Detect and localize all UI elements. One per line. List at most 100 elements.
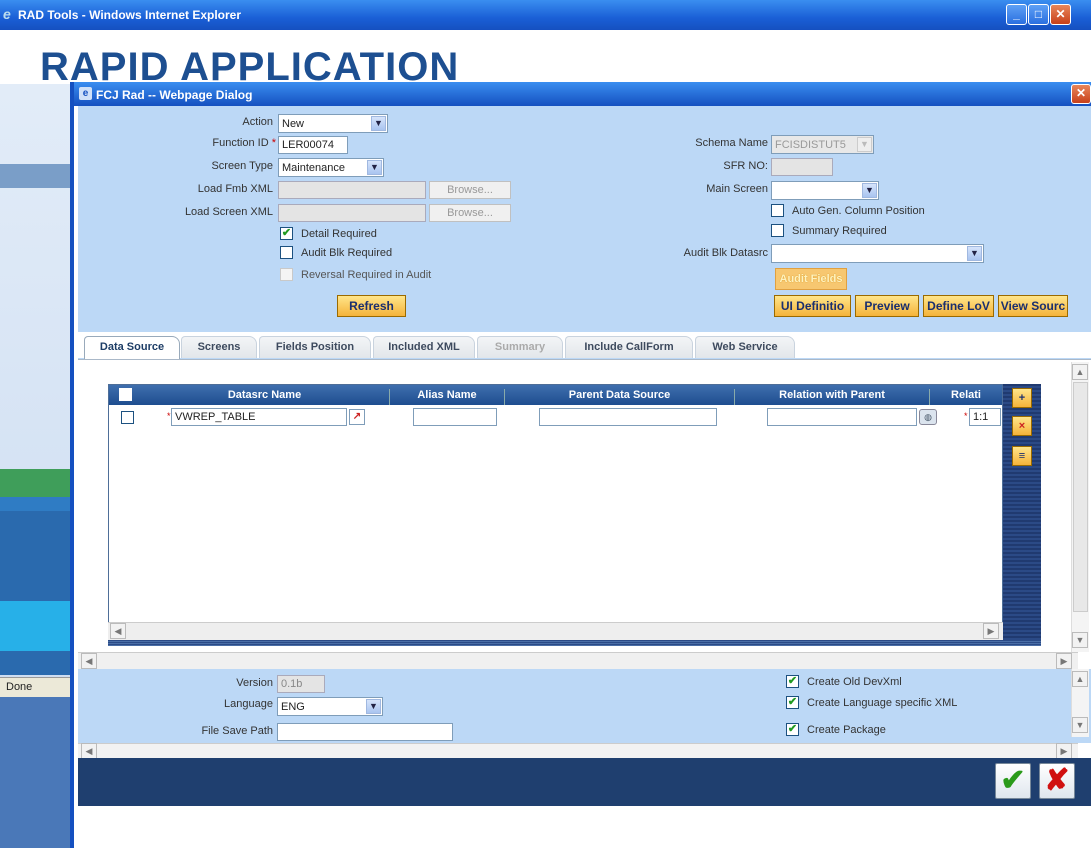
summary-required-checkbox[interactable] <box>771 224 784 237</box>
detail-required-checkbox[interactable]: ✔ <box>280 227 293 240</box>
create-old-devxml-checkbox[interactable]: ✔ <box>786 675 799 688</box>
scroll-left-icon[interactable]: ◀ <box>81 743 97 759</box>
browse-screen-button[interactable]: Browse... <box>429 204 511 222</box>
refresh-button[interactable]: Refresh <box>337 295 406 317</box>
tab-fields-position[interactable]: Fields Position <box>259 336 371 358</box>
scroll-up-icon[interactable]: ▲ <box>1072 364 1088 380</box>
preview-button[interactable]: Preview <box>855 295 919 317</box>
function-id-input[interactable]: LER00074 <box>278 136 348 154</box>
scroll-up-icon[interactable]: ▲ <box>1072 671 1088 687</box>
scroll-down-icon[interactable]: ▼ <box>1072 717 1088 733</box>
panel-horizontal-scrollbar[interactable]: ◀ ▶ <box>78 652 1078 669</box>
tab-summary[interactable]: Summary <box>477 336 563 358</box>
required-marker: * <box>167 411 171 421</box>
sfr-no-input[interactable] <box>771 158 833 176</box>
bg-stripe <box>0 601 75 651</box>
load-fmb-input[interactable] <box>278 181 426 199</box>
browse-fmb-button[interactable]: Browse... <box>429 181 511 199</box>
tab-include-callform[interactable]: Include CallForm <box>565 336 693 358</box>
relation-with-parent-input[interactable] <box>767 408 917 426</box>
ok-button[interactable]: ✔ <box>995 763 1031 799</box>
file-save-path-label: File Save Path <box>201 725 273 737</box>
row-select-checkbox[interactable] <box>121 411 134 424</box>
add-row-icon[interactable]: + <box>1012 388 1032 408</box>
panel-vertical-scrollbar[interactable]: ▲ ▼ <box>1071 362 1089 652</box>
chevron-down-icon: ▼ <box>367 160 382 175</box>
alias-name-input[interactable] <box>413 408 497 426</box>
screen-type-select[interactable]: Maintenance ▼ <box>278 158 384 177</box>
datasrc-name-input[interactable]: VWREP_TABLE <box>171 408 347 426</box>
close-window-button[interactable]: ✕ <box>1050 4 1071 25</box>
define-lov-button[interactable]: Define LoV <box>923 295 994 317</box>
action-select[interactable]: New ▼ <box>278 114 388 133</box>
load-fmb-label: Load Fmb XML <box>197 183 273 195</box>
maximize-button[interactable]: □ <box>1028 4 1049 25</box>
bg-stripe <box>0 164 75 188</box>
grid-horizontal-scrollbar[interactable]: ◀ ▶ <box>108 622 1003 640</box>
ie-page-icon: e <box>79 87 92 100</box>
create-lang-xml-checkbox[interactable]: ✔ <box>786 696 799 709</box>
scroll-down-icon[interactable]: ▼ <box>1072 632 1088 648</box>
checkmark-icon: ✔ <box>1000 764 1026 797</box>
scroll-thumb[interactable] <box>1073 382 1088 612</box>
auto-gen-column-checkbox[interactable] <box>771 204 784 217</box>
select-all-checkbox[interactable] <box>119 388 132 401</box>
scroll-right-icon[interactable]: ▶ <box>1056 653 1072 669</box>
reversal-required-checkbox[interactable] <box>280 268 293 281</box>
function-id-label: Function ID * <box>212 137 276 149</box>
version-label: Version <box>236 677 273 689</box>
tab-web-service[interactable]: Web Service <box>695 336 795 358</box>
screen-type-label: Screen Type <box>211 160 273 172</box>
main-screen-label: Main Screen <box>706 183 768 195</box>
relation-edit-icon[interactable]: ◍ <box>919 409 937 425</box>
lov-icon[interactable]: ↗ <box>349 409 365 425</box>
required-marker: * <box>964 411 968 421</box>
auto-gen-column-label: Auto Gen. Column Position <box>792 205 925 217</box>
create-package-label: Create Package <box>807 724 886 736</box>
grid-footer-bar <box>108 640 1041 646</box>
reversal-required-label: Reversal Required in Audit <box>301 269 432 281</box>
summary-required-label: Summary Required <box>792 225 887 237</box>
audit-fields-button[interactable]: Audit Fields <box>775 268 847 290</box>
audit-blk-required-checkbox[interactable] <box>280 246 293 259</box>
tab-screens[interactable]: Screens <box>181 336 257 358</box>
cancel-button[interactable]: ✘ <box>1039 763 1075 799</box>
language-select[interactable]: ENG ▼ <box>277 697 383 716</box>
main-screen-select[interactable]: ▼ <box>771 181 879 200</box>
view-source-button[interactable]: View Sourc <box>998 295 1068 317</box>
scroll-left-icon[interactable]: ◀ <box>81 653 97 669</box>
file-save-path-input[interactable] <box>277 723 453 741</box>
schema-name-select[interactable]: FCISDISTUT5 ▼ <box>771 135 874 154</box>
action-value: New <box>282 118 305 130</box>
chevron-down-icon: ▼ <box>366 699 381 714</box>
audit-blk-datasrc-select[interactable]: ▼ <box>771 244 984 263</box>
chevron-down-icon: ▼ <box>862 183 877 198</box>
minimize-button[interactable]: _ <box>1006 4 1027 25</box>
language-value: ENG <box>281 701 305 713</box>
x-icon: ✘ <box>1044 764 1070 797</box>
col-parent-data-source: Parent Data Source <box>505 389 735 405</box>
scroll-right-icon[interactable]: ▶ <box>983 623 999 639</box>
bottom-vertical-scrollbar[interactable]: ▲ ▼ <box>1071 669 1089 737</box>
relation-type-input[interactable]: 1:1 <box>969 408 1001 426</box>
load-screen-input[interactable] <box>278 204 426 222</box>
bg-stripe <box>0 651 75 675</box>
dialog-close-button[interactable]: ✕ <box>1071 84 1091 104</box>
create-old-devxml-label: Create Old DevXml <box>807 676 902 688</box>
screen-type-value: Maintenance <box>282 162 345 174</box>
create-package-checkbox[interactable]: ✔ <box>786 723 799 736</box>
tab-data-source[interactable]: Data Source <box>84 336 180 360</box>
table-row: * VWREP_TABLE ↗ ◍ * 1:1 <box>109 405 1002 429</box>
row-details-icon[interactable]: ≡ <box>1012 446 1032 466</box>
delete-row-icon[interactable]: × <box>1012 416 1032 436</box>
tab-included-xml[interactable]: Included XML <box>373 336 475 358</box>
browser-title-bar: e RAD Tools - Windows Internet Explorer … <box>0 0 1091 30</box>
schema-name-value: FCISDISTUT5 <box>775 139 846 151</box>
col-datasrc-name: Datasrc Name <box>140 389 390 405</box>
scroll-right-icon[interactable]: ▶ <box>1056 743 1072 759</box>
scroll-left-icon[interactable]: ◀ <box>110 623 126 639</box>
parent-data-source-input[interactable] <box>539 408 717 426</box>
bottom-horizontal-scrollbar[interactable]: ◀ ▶ <box>78 743 1078 759</box>
version-input[interactable]: 0.1b <box>277 675 325 693</box>
ui-definition-button[interactable]: UI Definitio <box>774 295 851 317</box>
